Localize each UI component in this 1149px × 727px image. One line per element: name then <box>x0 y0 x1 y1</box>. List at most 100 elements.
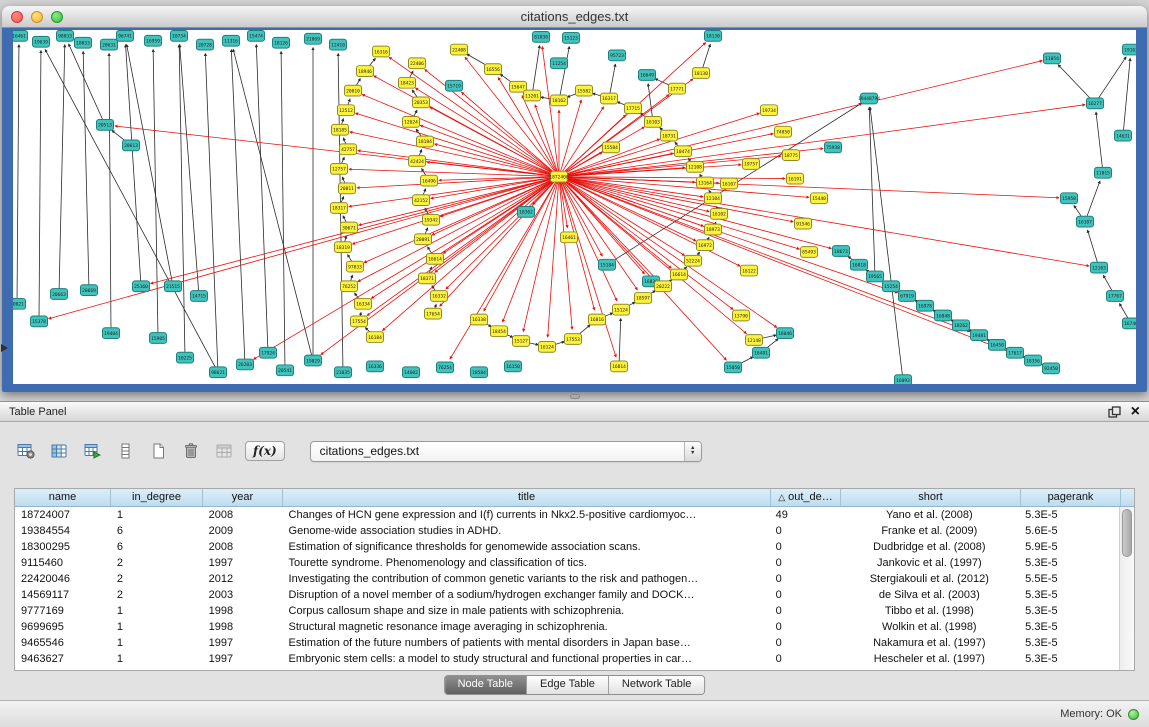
graph-node[interactable]: 15378 <box>31 316 48 327</box>
column-header-title[interactable]: title <box>283 489 771 506</box>
graph-node[interactable]: 20222 <box>655 281 672 292</box>
graph-node[interactable]: 15719 <box>446 80 463 91</box>
graph-node[interactable]: 16277 <box>1087 98 1104 109</box>
graph-node[interactable]: 13790 <box>733 310 750 321</box>
network-canvas[interactable]: 1646119639980331803320631967411695910734… <box>13 30 1136 384</box>
table-row[interactable]: 1456911722003Disruption of a novel membe… <box>15 587 1119 603</box>
graph-node[interactable]: 16122 <box>741 265 758 276</box>
graph-node[interactable]: 16102 <box>711 208 728 219</box>
minimize-window-button[interactable] <box>31 11 43 23</box>
graph-node[interactable]: 18130 <box>705 30 722 41</box>
graph-node[interactable]: 19342 <box>423 214 440 225</box>
graph-node[interactable]: 16191 <box>787 173 804 184</box>
graph-node[interactable]: 16107 <box>1077 216 1094 227</box>
graph-node[interactable]: 18584 <box>471 367 488 378</box>
panel-expander-icon[interactable] <box>1 344 8 352</box>
graph-node[interactable]: 17771 <box>669 83 686 94</box>
graph-node[interactable]: 11054 <box>1044 53 1061 64</box>
graph-node[interactable]: 16481 <box>753 347 770 358</box>
graph-node[interactable]: 19448794 <box>858 93 880 104</box>
graph-node[interactable]: 21069 <box>305 33 322 44</box>
graph-node[interactable]: 18317 <box>331 203 348 214</box>
graph-node[interactable]: 17654 <box>425 308 442 319</box>
graph-node[interactable]: 16338 <box>471 314 488 325</box>
graph-node[interactable]: 10734 <box>171 30 188 41</box>
graph-node[interactable]: 18184 <box>417 136 434 147</box>
graph-node[interactable]: 18130 <box>693 68 710 79</box>
graph-node[interactable]: 20091 <box>415 234 432 245</box>
graph-node[interactable]: 14715 <box>191 291 208 302</box>
function-builder-button[interactable]: f(x) <box>245 441 285 461</box>
table-row[interactable]: 1830029562008Estimation of significance … <box>15 539 1119 555</box>
graph-node[interactable]: 16814 <box>611 361 628 372</box>
graph-node[interactable]: 91546 <box>795 218 812 229</box>
import-table-button[interactable] <box>212 439 236 463</box>
graph-node[interactable]: 12148 <box>746 335 763 346</box>
graph-node[interactable]: 18731 <box>661 130 678 141</box>
graph-node[interactable]: 42152 <box>413 195 430 206</box>
graph-node[interactable]: 16818 <box>851 259 868 270</box>
graph-node[interactable]: 97833 <box>347 261 364 272</box>
network-table-select[interactable]: citations_edges.txt ▲▼ <box>310 441 702 462</box>
graph-node[interactable]: 74850 <box>775 126 792 137</box>
graph-node[interactable]: 18946 <box>357 66 374 77</box>
graph-node[interactable]: 10225 <box>177 352 194 363</box>
graph-node[interactable]: 25160 <box>133 281 150 292</box>
graph-node[interactable]: 19757 <box>743 159 760 170</box>
graph-node[interactable]: 11015 <box>1095 167 1112 178</box>
graph-node[interactable]: 1872400 <box>549 171 569 182</box>
graph-node[interactable]: 19404 <box>103 328 120 339</box>
graph-node[interactable]: 18185 <box>332 124 349 135</box>
graph-node[interactable]: 11316 <box>223 35 240 46</box>
graph-node[interactable]: 12624 <box>403 117 420 128</box>
graph-node[interactable]: 16048 <box>935 310 952 321</box>
graph-node[interactable]: 17553 <box>565 334 582 345</box>
table-row[interactable]: 946554611997Estimation of the future num… <box>15 635 1119 651</box>
graph-node[interactable]: 10021 <box>13 298 26 309</box>
graph-node[interactable]: 16184 <box>367 332 384 343</box>
graph-node[interactable]: 15440 <box>811 193 828 204</box>
graph-node[interactable]: 20513 <box>97 119 114 130</box>
graph-node[interactable]: 17715 <box>625 103 642 114</box>
graph-node[interactable]: 17707 <box>1107 291 1124 302</box>
close-panel-button[interactable]: × <box>1131 404 1140 420</box>
column-header-out_degree[interactable]: △out_de… <box>771 489 841 506</box>
create-column-button[interactable] <box>146 439 170 463</box>
graph-node[interactable]: 30671 <box>341 222 358 233</box>
graph-node[interactable]: 76252 <box>341 281 358 292</box>
graph-node[interactable]: 20631 <box>101 39 118 50</box>
table-row[interactable]: 1938455462009Genome-wide association stu… <box>15 523 1119 539</box>
graph-node[interactable]: 22406 <box>409 58 426 69</box>
graph-node[interactable]: 16959 <box>145 35 162 46</box>
splitter-handle[interactable] <box>570 394 580 399</box>
graph-node[interactable]: 18775 <box>783 150 800 161</box>
graph-node[interactable]: 15254 <box>883 281 900 292</box>
graph-node[interactable]: 21035 <box>335 367 352 378</box>
graph-node[interactable]: 19565 <box>867 271 884 282</box>
scrollbar-thumb[interactable] <box>1122 509 1132 557</box>
table-row[interactable]: 911546021997Tourette syndrome. Phenomeno… <box>15 555 1119 571</box>
graph-node[interactable]: 16093 <box>895 375 912 384</box>
graph-node[interactable]: 16124 <box>539 341 556 352</box>
graph-node[interactable]: 12103 <box>1091 262 1108 273</box>
vertical-scrollbar[interactable] <box>1119 507 1134 670</box>
table-row[interactable]: 977716911998Corpus callosum shape and si… <box>15 603 1119 619</box>
tab-edge-table[interactable]: Edge Table <box>527 676 609 694</box>
network-graph[interactable]: 1646119639980331803320631967411695910734… <box>13 30 1136 384</box>
graph-node[interactable]: 12512 <box>338 105 355 116</box>
graph-node[interactable]: 18673 <box>833 246 850 257</box>
graph-node[interactable]: 19481 <box>971 330 988 341</box>
graph-node[interactable]: 92450 <box>1043 363 1060 374</box>
graph-node[interactable]: 10474 <box>675 146 692 157</box>
graph-node[interactable]: 12410 <box>330 39 347 50</box>
graph-node[interactable]: 16334 <box>355 298 372 309</box>
graph-node[interactable]: 20728 <box>197 39 214 50</box>
graph-node[interactable]: 52224 <box>685 255 702 266</box>
graph-node[interactable]: 16461 <box>561 232 578 243</box>
graph-node[interactable]: 81830 <box>533 31 550 42</box>
graph-node[interactable]: 20811 <box>339 183 356 194</box>
graph-node[interactable]: 16496 <box>421 175 438 186</box>
graph-node[interactable]: 15123 <box>563 32 580 43</box>
tab-node-table[interactable]: Node Table <box>445 676 527 694</box>
graph-node[interactable]: 18262 <box>953 320 970 331</box>
